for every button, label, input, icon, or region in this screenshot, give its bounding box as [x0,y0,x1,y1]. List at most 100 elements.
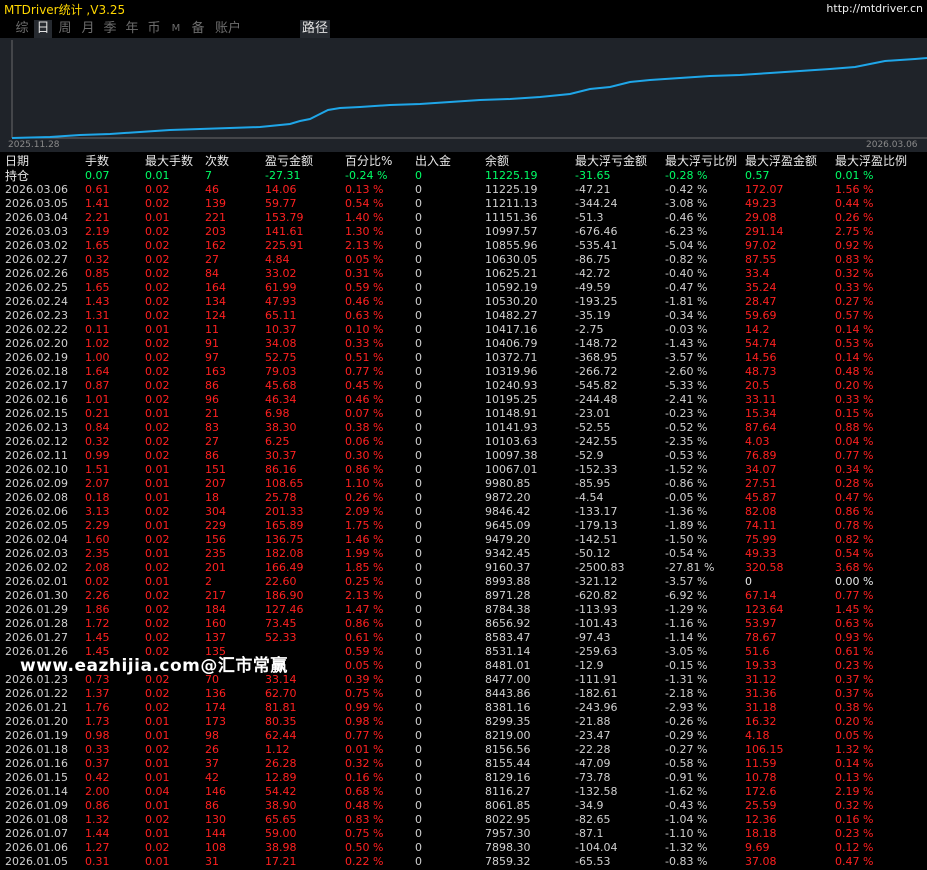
cell-deposit: 0 [415,379,422,392]
cell-balance: 8656.92 [485,617,531,630]
cell-max-float-profit: 15.34 [745,407,777,420]
cell-pnl: 201.33 [265,505,304,518]
cell-balance: 11211.13 [485,197,538,210]
cell-percent: 0.05 % [345,659,384,672]
table-row: 2026.01.09 0.86 0.01 86 38.90 0.48 % 0 8061.85 -… [0,799,927,813]
cell-percent: 0.61 % [345,631,384,644]
cell-pnl: 6.98 [265,407,290,420]
tab-week[interactable]: 周 [57,20,73,38]
table-row: 2026.01.06 1.27 0.02 108 38.98 0.50 % 0 7898.30… [0,841,927,855]
cell-balance: 9342.45 [485,547,531,560]
cell-date: 2026.02.20 [5,337,68,350]
cell-max-float-profit-pct: 0.15 % [835,407,874,420]
cell-max-lots: 0.02 [145,281,170,294]
cell-balance: 8061.85 [485,799,531,812]
cell-max-float-loss: -132.58 [575,785,618,798]
cell-max-float-profit: 16.32 [745,715,777,728]
cell-lots: 2.29 [85,519,110,532]
tab-account[interactable]: 账户 [214,20,242,38]
cell-count: 146 [205,785,226,798]
website-link[interactable]: http://mtdriver.cn [826,2,923,15]
tab-path[interactable]: 路径 [300,20,330,38]
cell-max-float-profit: 33.4 [745,267,770,280]
holding-row: 持仓 0.07 0.01 7 -27.31 -0.24 % 0 11225.19 -31.65 -… [0,169,927,183]
tab-year[interactable]: 年 [124,20,140,38]
cell-max-float-loss: -42.72 [575,267,611,280]
cell-balance: 8993.88 [485,575,531,588]
cell-max-float-profit: 123.64 [745,603,784,616]
cell-max-float-loss: -142.51 [575,533,618,546]
cell-max-float-loss-pct: -2.35 % [665,435,708,448]
cell-pnl: 52.33 [265,631,297,644]
cell-percent: 0.16 % [345,771,384,784]
cell-count: 201 [205,561,226,574]
cell-balance: 8129.16 [485,771,531,784]
tab-currency[interactable]: 币 [146,20,162,38]
cell-max-float-loss-pct: -1.81 % [665,295,708,308]
cell-max-lots: 0.01 [145,477,170,490]
cell-max-float-profit-pct: 0.12 % [835,841,874,854]
cell-max-lots: 0.02 [145,743,170,756]
cell-percent: 0.06 % [345,435,384,448]
cell-count: 217 [205,589,226,602]
cell-date: 2026.01.08 [5,813,68,826]
table-row: 2026.02.26 0.85 0.02 84 33.02 0.31 % 0 10625.21… [0,267,927,281]
cell-deposit: 0 [415,281,422,294]
cell-max-lots: 0.02 [145,197,170,210]
cell-date: 2026.02.18 [5,365,68,378]
cell-max-float-profit-pct: 0.88 % [835,421,874,434]
cell-max-lots: 0.02 [145,393,170,406]
cell-max-float-profit-pct: 0.61 % [835,645,874,658]
cell-balance: 8155.44 [485,757,531,770]
cell-balance: 10141.93 [485,421,538,434]
cell-pnl: 182.08 [265,547,304,560]
tab-summary[interactable]: 综 [14,20,30,38]
cell-lots: 1.31 [85,309,110,322]
cell-max-lots: 0.01 [145,323,170,336]
cell-lots: 0.32 [85,253,110,266]
cell-max-float-loss-pct: -0.58 % [665,757,708,770]
app-title: MTDriver统计 ,V3.25 [4,3,126,17]
cell-lots: 1.65 [85,239,110,252]
tab-month[interactable]: 月 [80,20,96,38]
cell-percent: 0.10 % [345,323,384,336]
cell-date: 2026.01.05 [5,855,68,868]
cell-percent: 1.46 % [345,533,384,546]
cell-max-float-loss-pct: -1.16 % [665,617,708,630]
tab-notes[interactable]: 备 [190,20,206,38]
tab-m[interactable]: M [169,20,183,38]
tab-day[interactable]: 日 [34,20,52,38]
cell-max-lots: 0.02 [145,617,170,630]
cell-max-lots: 0.01 [145,169,170,182]
cell-percent: 1.99 % [345,547,384,560]
cell-max-float-profit-pct: 0.78 % [835,519,874,532]
cell-max-lots: 0.02 [145,533,170,546]
tab-quarter[interactable]: 季 [102,20,118,38]
table-row: 2026.03.06 0.61 0.02 46 14.06 0.13 % 0 11225.19… [0,183,927,197]
cell-balance: 8477.00 [485,673,531,686]
cell-balance: 8481.01 [485,659,531,672]
cell-date: 2026.03.05 [5,197,68,210]
cell-deposit: 0 [415,491,422,504]
cell-pnl: 59.77 [265,197,297,210]
equity-curve-svg [11,40,927,139]
cell-pnl: 33.02 [265,267,297,280]
cell-max-float-profit-pct: 0.00 % [835,575,874,588]
cell-balance: 10997.57 [485,225,538,238]
cell-date: 2026.01.06 [5,841,68,854]
cell-max-lots: 0.01 [145,757,170,770]
cell-balance: 10067.01 [485,463,538,476]
cell-max-float-profit: 29.08 [745,211,777,224]
table-row: 2026.03.05 1.41 0.02 139 59.77 0.54 % 0 11211.1… [0,197,927,211]
cell-count: 18 [205,491,219,504]
cell-percent: 0.13 % [345,183,384,196]
cell-count: 229 [205,519,226,532]
cell-date: 2026.02.03 [5,547,68,560]
cell-count: 96 [205,393,219,406]
table-row: 2026.02.06 3.13 0.02 304 201.33 2.09 % 0 9846.4… [0,505,927,519]
cell-deposit: 0 [415,701,422,714]
cell-max-float-profit: 37.08 [745,855,777,868]
cell-deposit: 0 [415,715,422,728]
cell-max-float-loss: -4.54 [575,491,604,504]
cell-max-float-loss: -152.33 [575,463,618,476]
